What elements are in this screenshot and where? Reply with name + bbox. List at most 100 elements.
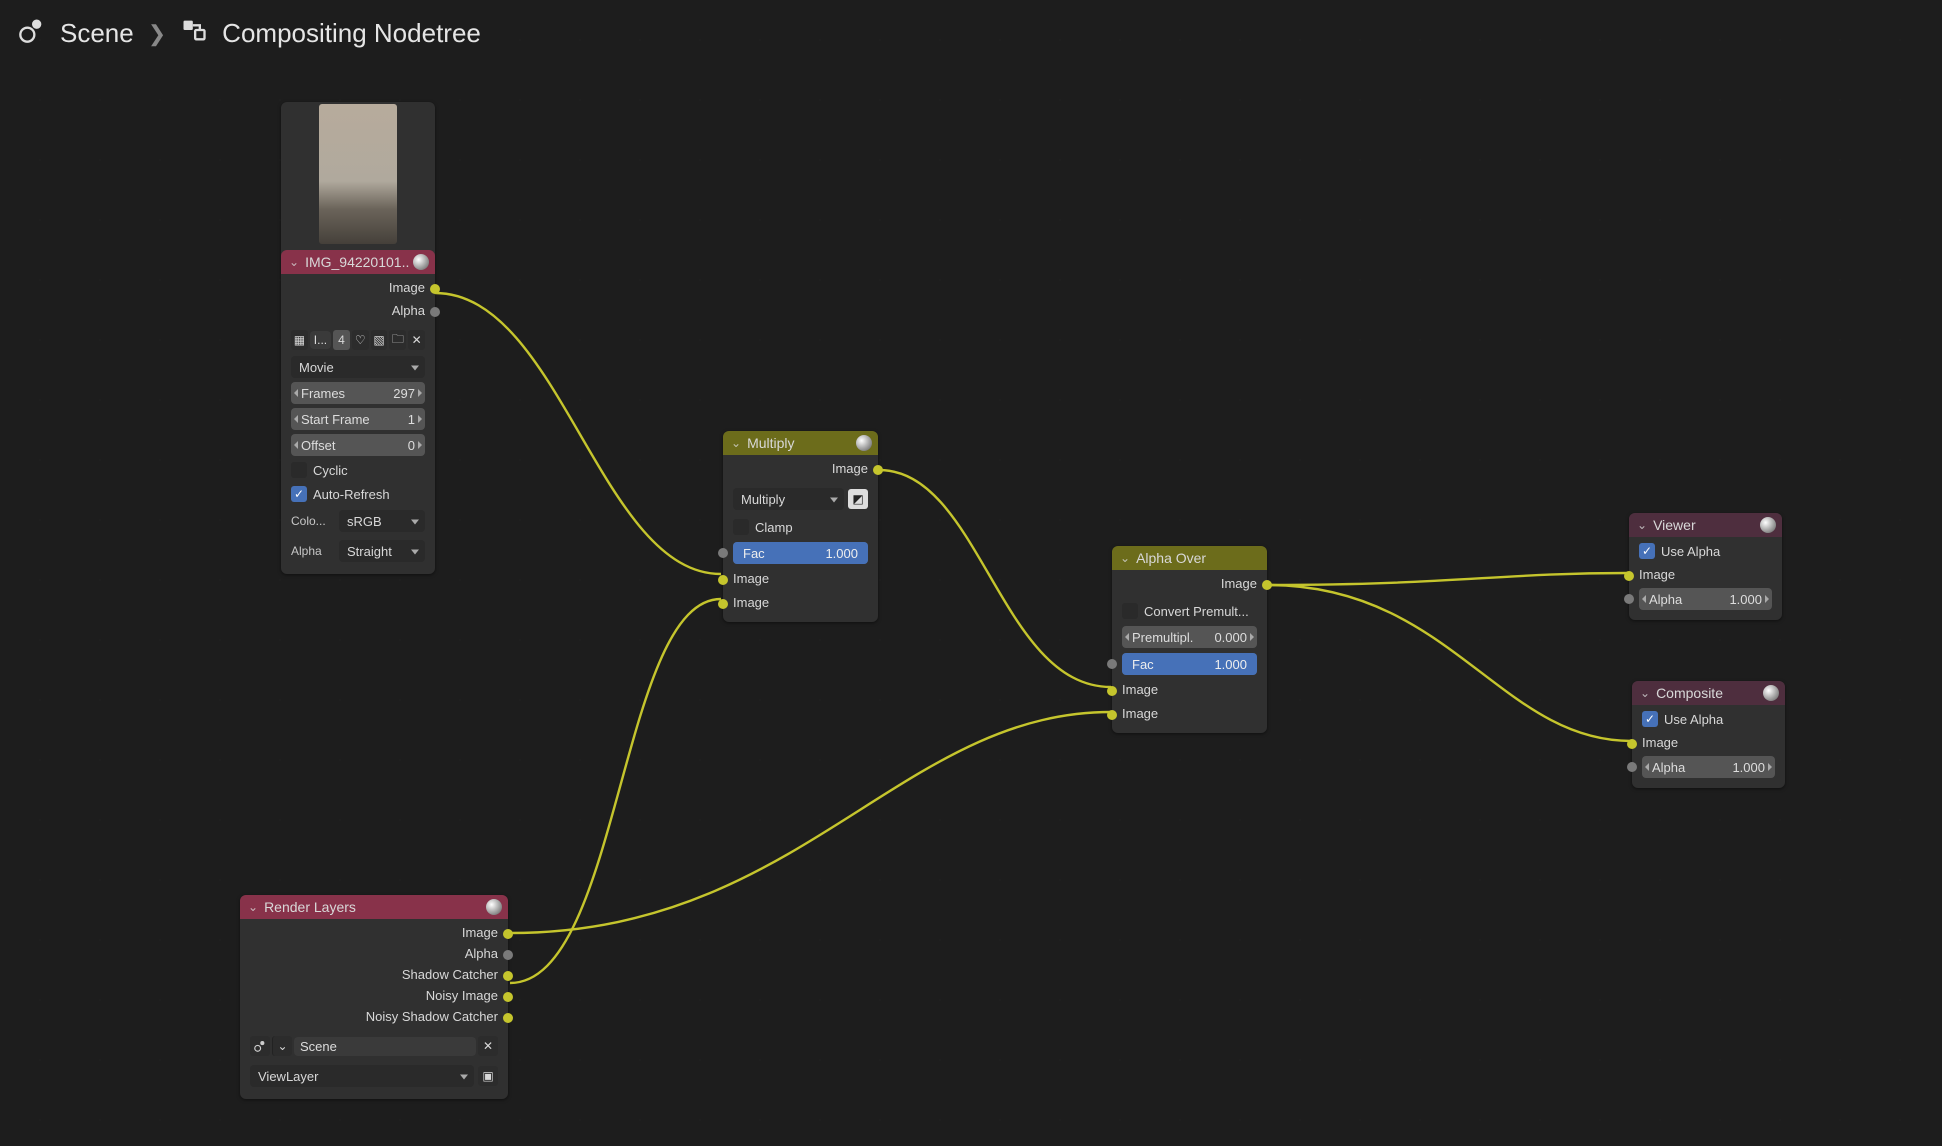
image-name-field[interactable]: I... [310,331,331,349]
node-header[interactable]: ⌄ Render Layers [240,895,508,919]
out-alpha-socket[interactable] [430,307,440,317]
offset-value: 0 [408,438,415,453]
colorspace-dropdown[interactable]: sRGB [339,510,425,532]
clamp-checkbox[interactable] [733,519,749,535]
preview-orb-icon[interactable] [856,435,872,451]
node-title: Viewer [1653,517,1774,533]
source-dropdown-label: Movie [299,360,334,375]
alpha-value: 1.000 [1729,592,1762,607]
collapse-toggle-icon[interactable]: ⌄ [731,436,741,450]
image-datablock-icon[interactable]: ▦ [291,330,308,350]
clamp-checkbox-row[interactable]: Clamp [733,517,868,537]
use-alpha-row[interactable]: ✓ Use Alpha [1642,709,1775,729]
use-alpha-checkbox[interactable]: ✓ [1642,711,1658,727]
convert-premul-row[interactable]: Convert Premult... [1122,601,1257,621]
breadcrumb-scene[interactable]: Scene [60,18,134,49]
node-title: Composite [1656,685,1777,701]
out-image-socket[interactable] [873,465,883,475]
in-image1-socket[interactable] [718,575,728,585]
node-header[interactable]: ⌄ Composite [1632,681,1785,705]
scene-field[interactable]: Scene [294,1037,476,1056]
node-header[interactable]: ⌄ Multiply [723,431,878,455]
out-noisyshadow-socket[interactable] [503,1013,513,1023]
out-noisyimage-label: Noisy Image [426,988,498,1003]
out-noisyshadow-label: Noisy Shadow Catcher [366,1009,498,1024]
convert-premul-checkbox[interactable] [1122,603,1138,619]
premultiply-field[interactable]: Premultipl.0.000 [1122,626,1257,648]
preview-orb-icon[interactable] [1760,517,1776,533]
cyclic-checkbox-row[interactable]: Cyclic [291,460,425,480]
use-alpha-label: Use Alpha [1664,712,1723,727]
render-layers-node[interactable]: ⌄ Render Layers Image Alpha Shadow Catch… [240,895,508,1099]
color-ramp-icon[interactable]: ◩ [848,489,868,509]
out-image-socket[interactable] [430,284,440,294]
out-image-label: Image [832,461,868,476]
source-dropdown[interactable]: Movie [291,356,425,378]
alpha-mode-dropdown[interactable]: Straight [339,540,425,562]
collapse-toggle-icon[interactable]: ⌄ [248,900,258,914]
blend-mode-dropdown[interactable]: Multiply [733,488,844,510]
start-frame-field[interactable]: Start Frame1 [291,408,425,430]
autorefresh-checkbox-row[interactable]: ✓ Auto-Refresh [291,484,425,504]
node-header[interactable]: ⌄ Viewer [1629,513,1782,537]
scene-value: Scene [300,1039,337,1054]
scene-browse-chevron-icon[interactable]: ⌄ [272,1036,292,1056]
alpha-value-field[interactable]: Alpha1.000 [1639,588,1772,610]
node-header[interactable]: ⌄ IMG_942201​01.. [281,250,435,274]
out-image-socket[interactable] [1262,580,1272,590]
preview-orb-icon[interactable] [486,899,502,915]
fac-slider[interactable]: Fac 1.000 [1122,653,1257,675]
collapse-toggle-icon[interactable]: ⌄ [1120,551,1130,565]
collapse-toggle-icon[interactable]: ⌄ [289,255,299,269]
node-header[interactable]: ⌄ Alpha Over [1112,546,1267,570]
nodetree-icon [180,16,208,51]
breadcrumb-nodetree[interactable]: Compositing Nodetree [222,18,481,49]
in-image-socket[interactable] [1624,571,1634,581]
user-count[interactable]: 4 [333,330,350,350]
offset-field[interactable]: Offset 0 [291,434,425,456]
fac-socket[interactable] [718,548,728,558]
out-alpha-socket[interactable] [503,950,513,960]
fac-slider[interactable]: Fac 1.000 [733,542,868,564]
render-button-icon[interactable]: ▣ [478,1066,498,1086]
cyclic-checkbox[interactable] [291,462,307,478]
preview-orb-icon[interactable] [413,254,429,270]
in-image2-socket[interactable] [1107,710,1117,720]
multiply-node[interactable]: ⌄ Multiply Image Multiply ◩ Clamp Fac 1.… [723,431,878,622]
image-movie-node[interactable]: ⌄ IMG_942201​01.. Image Alpha ▦ I... 4 ♡… [281,102,435,574]
node-title: Alpha Over [1136,550,1259,566]
in-image-socket[interactable] [1627,739,1637,749]
in-image1-socket[interactable] [1107,686,1117,696]
frames-field[interactable]: Frames297 [291,382,425,404]
alpha-value-field[interactable]: Alpha1.000 [1642,756,1775,778]
node-title: Render Layers [264,899,500,915]
collapse-toggle-icon[interactable]: ⌄ [1637,518,1647,532]
breadcrumb: Scene ❯ Compositing Nodetree [18,16,481,51]
in-alpha-socket[interactable] [1627,762,1637,772]
offset-label: Offset [301,438,335,453]
out-image-socket[interactable] [503,929,513,939]
unlink-image-icon[interactable]: ✕ [408,330,425,350]
alpha-over-node[interactable]: ⌄ Alpha Over Image Convert Premult... Pr… [1112,546,1267,733]
viewlayer-dropdown[interactable]: ViewLayer [250,1065,474,1087]
composite-node[interactable]: ⌄ Composite ✓Use Alpha Image Alpha1.000 [1632,681,1785,788]
fake-user-icon[interactable]: ♡ [352,330,369,350]
out-shadowcatcher-socket[interactable] [503,971,513,981]
fac-socket[interactable] [1107,659,1117,669]
viewer-node[interactable]: ⌄ Viewer ✓Use Alpha Image Alpha1.000 [1629,513,1782,620]
use-alpha-checkbox[interactable]: ✓ [1639,543,1655,559]
scene-icon[interactable] [250,1036,270,1056]
in-alpha-socket[interactable] [1624,594,1634,604]
in-image2-socket[interactable] [718,599,728,609]
clear-scene-icon[interactable]: ✕ [478,1036,498,1056]
fac-value: 1.000 [1214,657,1247,672]
in-image1-label: Image [1122,682,1158,697]
collapse-toggle-icon[interactable]: ⌄ [1640,686,1650,700]
open-image-icon[interactable]: 🗀 [389,330,406,350]
new-image-icon[interactable]: ▧ [371,330,388,350]
autorefresh-checkbox[interactable]: ✓ [291,486,307,502]
preview-orb-icon[interactable] [1763,685,1779,701]
use-alpha-row[interactable]: ✓Use Alpha [1639,541,1772,561]
out-noisyimage-socket[interactable] [503,992,513,1002]
autorefresh-label: Auto-Refresh [313,487,390,502]
